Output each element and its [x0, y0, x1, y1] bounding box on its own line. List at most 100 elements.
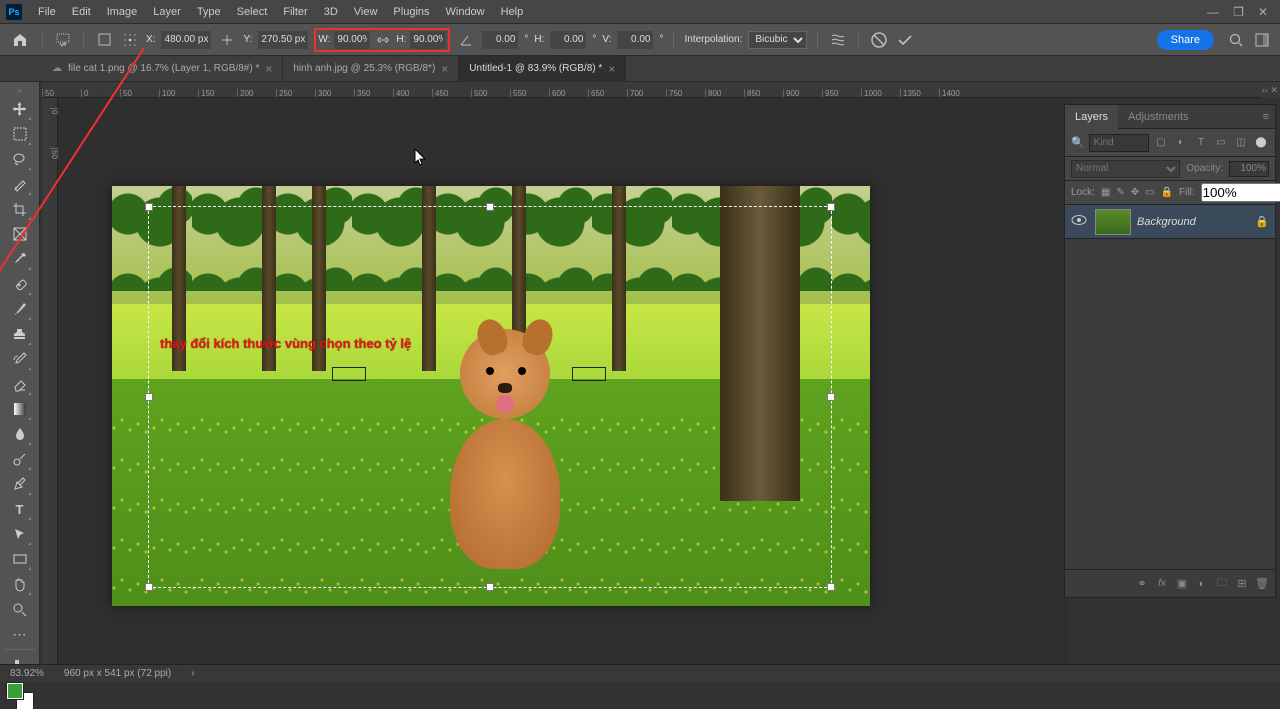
filter-pixel-icon[interactable]: ▢ — [1153, 135, 1169, 151]
menu-image[interactable]: Image — [99, 1, 146, 23]
dodge-tool[interactable] — [8, 447, 32, 471]
panel-dock-toggle[interactable]: ‹‹ ✕ — [1260, 82, 1280, 98]
pen-tool[interactable] — [8, 472, 32, 496]
menu-select[interactable]: Select — [229, 1, 276, 23]
link-aspect-icon[interactable] — [374, 32, 392, 48]
foreground-color-swatch[interactable] — [7, 683, 23, 699]
new-group-icon[interactable]: 🗀 — [1213, 575, 1231, 593]
interpolation-select[interactable]: Bicubic — [748, 31, 807, 49]
close-window-button[interactable]: ✕ — [1258, 5, 1268, 19]
link-layers-icon[interactable]: ⚭ — [1133, 575, 1151, 593]
delete-layer-icon[interactable]: 🗑 — [1253, 575, 1271, 593]
layer-row-background[interactable]: Background 🔒 — [1065, 205, 1275, 239]
menu-help[interactable]: Help — [493, 1, 532, 23]
new-adjustment-icon[interactable]: ◐ — [1193, 575, 1211, 593]
filter-type-icon[interactable]: T — [1193, 135, 1209, 151]
filter-shape-icon[interactable]: ▭ — [1213, 135, 1229, 151]
commit-transform-button[interactable] — [895, 30, 915, 50]
healing-brush-tool[interactable] — [8, 272, 32, 296]
x-input[interactable] — [161, 31, 211, 49]
lock-all-icon[interactable]: 🔒 — [1161, 185, 1173, 201]
blend-mode-select[interactable]: Normal — [1071, 160, 1180, 178]
transform-handle[interactable] — [145, 583, 153, 591]
horizontal-ruler[interactable]: 5005010015020025030035040045050055060065… — [42, 82, 1280, 98]
search-button[interactable] — [1226, 30, 1246, 50]
move-tool[interactable] — [8, 97, 32, 121]
crop-tool[interactable] — [8, 197, 32, 221]
height-input[interactable] — [410, 31, 446, 49]
angle-input[interactable] — [482, 31, 518, 49]
transform-handle[interactable] — [827, 393, 835, 401]
transform-handle[interactable] — [827, 583, 835, 591]
canvas-viewport[interactable]: thay đổi kích thước vùng chọn theo tỷ lệ — [58, 98, 1070, 664]
brush-tool[interactable] — [8, 297, 32, 321]
edit-toolbar[interactable]: ⋯ — [8, 622, 32, 646]
menu-filter[interactable]: Filter — [275, 1, 315, 23]
vskew-input[interactable] — [617, 31, 653, 49]
opacity-input[interactable] — [1229, 161, 1269, 177]
maximize-button[interactable]: ❐ — [1233, 5, 1244, 19]
menu-file[interactable]: File — [30, 1, 64, 23]
eraser-tool[interactable] — [8, 372, 32, 396]
lock-position-icon[interactable]: ✥ — [1131, 185, 1139, 201]
status-flyout-icon[interactable]: › — [191, 668, 194, 679]
blur-tool[interactable] — [8, 422, 32, 446]
filter-toggle[interactable]: ⬤ — [1253, 135, 1269, 151]
lock-pixels-icon[interactable]: ✎ — [1116, 185, 1124, 201]
document-canvas[interactable]: thay đổi kích thước vùng chọn theo tỷ lệ — [112, 186, 870, 606]
width-input[interactable] — [334, 31, 370, 49]
layer-fx-icon[interactable]: fx — [1153, 575, 1171, 593]
filter-smart-icon[interactable]: ◫ — [1233, 135, 1249, 151]
path-selection-tool[interactable] — [8, 522, 32, 546]
menu-plugins[interactable]: Plugins — [385, 1, 437, 23]
layer-filter-input[interactable] — [1089, 134, 1149, 152]
rectangle-tool[interactable] — [8, 547, 32, 571]
workspace-button[interactable] — [1252, 30, 1272, 50]
add-mask-icon[interactable]: ▣ — [1173, 575, 1191, 593]
lock-transparency-icon[interactable]: ▦ — [1101, 185, 1110, 201]
transform-bounding-box[interactable] — [148, 206, 832, 588]
hskew-input[interactable] — [550, 31, 586, 49]
transform-handle[interactable] — [145, 393, 153, 401]
close-tab-icon[interactable]: × — [608, 62, 615, 76]
toolbar-collapse-handle[interactable]: ›› — [0, 86, 39, 96]
cancel-transform-button[interactable] — [869, 30, 889, 50]
marquee-tool[interactable] — [8, 122, 32, 146]
warp-mode-icon[interactable] — [828, 30, 848, 50]
zoom-readout[interactable]: 83.92% — [10, 668, 44, 679]
transform-icon[interactable] — [53, 30, 73, 50]
gradient-tool[interactable] — [8, 397, 32, 421]
lock-artboard-icon[interactable]: ▭ — [1145, 185, 1154, 201]
transform-handle[interactable] — [145, 203, 153, 211]
quick-selection-tool[interactable] — [8, 172, 32, 196]
relative-position-icon[interactable] — [217, 30, 237, 50]
transform-handle[interactable] — [486, 583, 494, 591]
document-info[interactable]: 960 px x 541 px (72 ppi) — [64, 668, 171, 679]
tab-layers[interactable]: Layers — [1065, 105, 1118, 129]
menu-view[interactable]: View — [346, 1, 386, 23]
layer-visibility-icon[interactable] — [1071, 214, 1089, 229]
menu-type[interactable]: Type — [189, 1, 229, 23]
menu-window[interactable]: Window — [438, 1, 493, 23]
color-swatches[interactable] — [7, 683, 33, 709]
fill-input[interactable] — [1201, 183, 1280, 202]
angle-icon[interactable] — [456, 30, 476, 50]
menu-edit[interactable]: Edit — [64, 1, 99, 23]
reference-point-toggle[interactable] — [94, 30, 114, 50]
close-tab-icon[interactable]: × — [441, 62, 448, 76]
zoom-tool[interactable] — [8, 597, 32, 621]
transform-handle[interactable] — [486, 203, 494, 211]
close-tab-icon[interactable]: × — [265, 62, 272, 76]
filter-adjust-icon[interactable]: ◐ — [1173, 135, 1189, 151]
menu-layer[interactable]: Layer — [145, 1, 189, 23]
type-tool[interactable]: T — [8, 497, 32, 521]
y-input[interactable] — [258, 31, 308, 49]
layer-name[interactable]: Background — [1137, 216, 1249, 228]
share-button[interactable]: Share — [1157, 30, 1214, 50]
lasso-tool[interactable] — [8, 147, 32, 171]
panel-menu-button[interactable]: ≡ — [1257, 111, 1275, 123]
layer-lock-indicator[interactable]: 🔒 — [1255, 215, 1269, 228]
menu-3d[interactable]: 3D — [316, 1, 346, 23]
document-tab-0[interactable]: ☁ file cat 1.png @ 16.7% (Layer 1, RGB/8… — [42, 56, 283, 81]
document-tab-2[interactable]: Untitled-1 @ 83.9% (RGB/8) * × — [459, 56, 626, 81]
